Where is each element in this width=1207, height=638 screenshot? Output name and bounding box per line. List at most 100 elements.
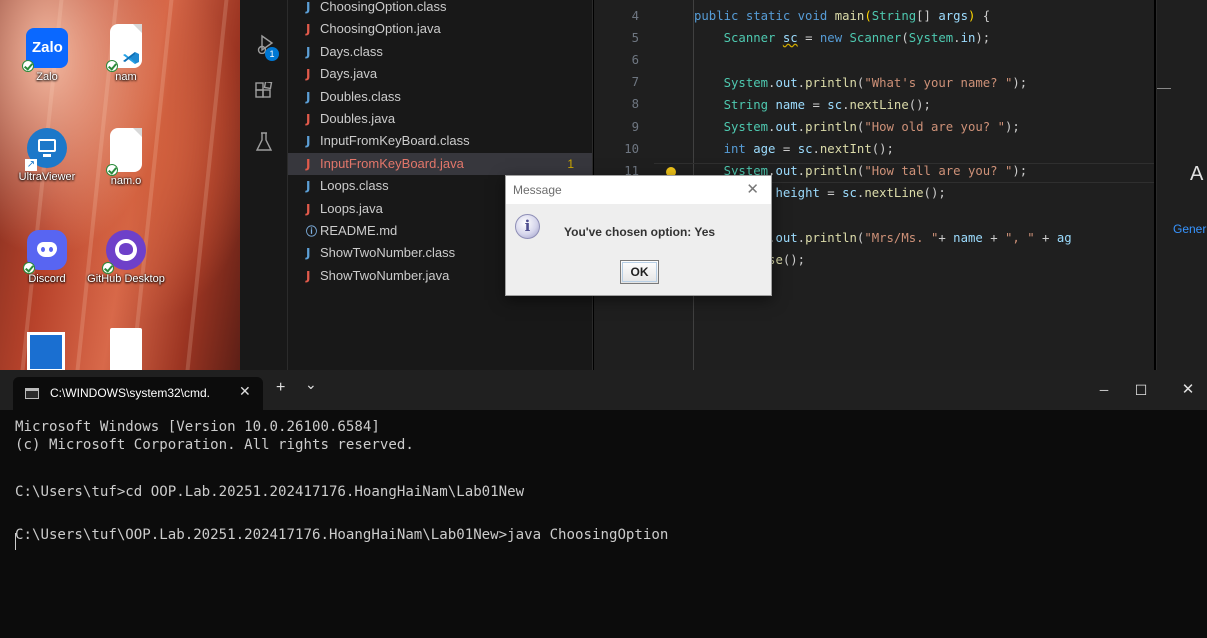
panel-link[interactable]: Gener [1173, 222, 1206, 236]
code-line: public static void main(String[] args) { [694, 9, 991, 23]
java-file-icon: J [306, 44, 311, 59]
file-name: ShowTwoNumber.java [320, 267, 450, 283]
desktop-icon-label: nam.o [110, 175, 142, 187]
terminal-line: C:\Users\tuf>cd OOP.Lab.20251.202417176.… [15, 484, 525, 500]
file-icon[interactable] [110, 328, 142, 370]
java-file-icon: J [306, 67, 311, 82]
panel-divider [1157, 88, 1171, 89]
vscode-icon [123, 52, 139, 64]
explorer-file-item[interactable]: J Doubles.java [288, 108, 592, 130]
java-file-icon: J [306, 0, 311, 14]
sync-status-icon [106, 164, 118, 176]
file-name: InputFromKeyBoard.java [320, 155, 464, 171]
line-number: 4 [631, 9, 639, 23]
dialog-title: Message [513, 183, 562, 197]
desktop-icon-label: nam [115, 71, 137, 83]
extensions-icon[interactable] [254, 80, 274, 107]
file-name: Doubles.java [320, 110, 396, 126]
testing-flask-icon[interactable] [255, 132, 273, 157]
tab-close-button[interactable]: ✕ [239, 383, 251, 400]
desktop-icon-github-desktop[interactable]: GitHub Desktop [86, 230, 166, 286]
zalo-logo-text: Zalo [32, 39, 63, 56]
file-name: Loops.java [320, 200, 383, 216]
shortcut-arrow-icon: ↗ [25, 159, 37, 171]
document-app-icon[interactable] [27, 332, 65, 370]
line-number: 5 [631, 31, 639, 46]
file-name: README.md [320, 222, 398, 238]
desktop-icon-label: GitHub Desktop [87, 273, 165, 285]
terminal-output[interactable]: Microsoft Windows [Version 10.0.26100.65… [15, 418, 1207, 544]
desktop-icon-ultraviewer[interactable]: ↗ UltraViewer [7, 128, 87, 184]
run-debug-icon[interactable]: 1 [257, 34, 279, 61]
desktop-icon-discord[interactable]: Discord [7, 230, 87, 286]
java-file-icon: J [306, 89, 311, 104]
explorer-file-item[interactable]: J Days.java [288, 63, 592, 85]
code-line: String name = sc.nextLine(); [723, 98, 931, 112]
explorer-file-item[interactable]: J InputFromKeyBoard.class [288, 130, 592, 152]
file-name: ChoosingOption.java [320, 21, 441, 37]
sync-status-icon [23, 262, 35, 274]
discord-icon [23, 230, 67, 274]
code-line: System.out.println("How old are you? "); [723, 120, 1020, 134]
file-name: Days.java [320, 66, 378, 82]
code-line: int age = sc.nextInt(); [723, 142, 894, 156]
line-number: 6 [631, 53, 639, 68]
document-icon [106, 24, 142, 72]
ultraviewer-icon: ↗ [25, 128, 67, 171]
dialog-close-button[interactable]: ✕ [746, 180, 759, 198]
message-dialog: Message ✕ i You've chosen option: Yes OK [505, 175, 772, 296]
notification-badge: 1 [265, 47, 279, 61]
information-icon: i [515, 214, 540, 239]
info-file-icon: ⓘ [306, 224, 317, 238]
terminal-line: Microsoft Windows [Version 10.0.26100.65… [15, 419, 380, 435]
line-number: 9 [631, 119, 639, 134]
code-line: System.out.println("What's your name? ")… [723, 76, 1028, 90]
desktop-icon-label: Discord [28, 273, 66, 285]
java-file-icon: J [306, 268, 311, 283]
maximize-button[interactable]: ☐ [1119, 376, 1163, 404]
line-number: 8 [631, 97, 639, 112]
line-number: 7 [631, 75, 639, 90]
terminal-window: C:\WINDOWS\system32\cmd. ✕ + ⌄ ─ ☐ ✕ Mic… [0, 370, 1207, 638]
information-glyph: i [524, 217, 531, 235]
desktop-icon-label: Zalo [36, 71, 58, 83]
explorer-file-item[interactable]: J ChoosingOption.java [288, 18, 592, 40]
file-name: ChoosingOption.class [320, 0, 447, 14]
terminal-tab[interactable]: C:\WINDOWS\system32\cmd. ✕ [13, 377, 263, 410]
java-file-icon: J [306, 179, 311, 194]
tab-title: C:\WINDOWS\system32\cmd. [50, 386, 211, 400]
desktop-icon-nam[interactable]: nam [86, 24, 166, 84]
new-tab-button[interactable]: + [276, 379, 285, 397]
file-name: Doubles.class [320, 88, 401, 104]
sync-status-icon [106, 60, 118, 72]
cmd-icon [25, 388, 39, 399]
explorer-file-item[interactable]: J Days.class [288, 41, 592, 63]
java-file-icon: J [306, 22, 311, 37]
desktop: Zalo Zalo nam ↗ UltraViewer nam.o Discor… [0, 0, 240, 370]
wallpaper-streak [185, 0, 229, 370]
dialog-message: You've chosen option: Yes [564, 225, 716, 239]
code-line: Scanner sc = new Scanner(System.in); [723, 31, 991, 45]
desktop-icon-label: UltraViewer [18, 171, 76, 183]
tab-dropdown-button[interactable]: ⌄ [305, 376, 317, 393]
github-icon [102, 230, 146, 274]
explorer-file-item[interactable]: J Doubles.class [288, 86, 592, 108]
close-button[interactable]: ✕ [1166, 376, 1207, 404]
file-name: ShowTwoNumber.class [320, 245, 456, 261]
desktop-icon-zalo[interactable]: Zalo Zalo [7, 28, 87, 84]
terminal-tab-strip[interactable]: C:\WINDOWS\system32\cmd. ✕ + ⌄ ─ ☐ ✕ [0, 370, 1207, 410]
dialog-titlebar[interactable]: Message ✕ [506, 176, 771, 204]
explorer-file-item[interactable]: J ChoosingOption.class [288, 0, 592, 18]
activity-bar: 1 [240, 0, 288, 370]
text-cursor [15, 533, 16, 550]
java-file-icon: J [306, 156, 311, 171]
file-icon [106, 128, 142, 176]
desktop-icon-nam-o[interactable]: nam.o [86, 128, 166, 188]
sync-status-icon [102, 262, 114, 274]
terminal-line: C:\Users\tuf\OOP.Lab.20251.202417176.Hoa… [15, 527, 669, 543]
java-file-icon: J [306, 134, 311, 149]
explorer-file-item[interactable]: J InputFromKeyBoard.java 1 [288, 152, 592, 176]
ok-button[interactable]: OK [620, 260, 659, 284]
